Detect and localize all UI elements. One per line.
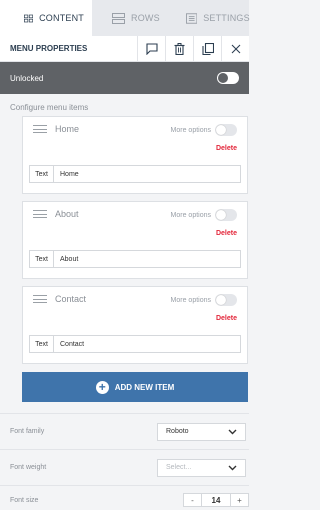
item-text-field[interactable]: Text Home [29,165,241,183]
drag-handle-icon[interactable] [33,295,47,303]
chevron-down-icon [228,429,237,434]
delete-item-link[interactable]: Delete [216,145,237,152]
text-field-value[interactable]: Contact [54,341,84,348]
item-text-field[interactable]: Text Contact [29,335,241,353]
more-options-label: More options [170,211,211,219]
drag-handle-icon[interactable] [33,125,47,133]
close-button[interactable] [221,35,249,62]
more-options: More options [171,209,237,221]
plus-circle-icon: + [95,380,109,394]
settings-icon [185,12,198,24]
menu-item-card-contact: Contact More options Delete Text Contact [22,286,248,364]
text-field-label: Text [30,166,54,182]
tab-rows[interactable]: ROWS [92,0,168,36]
font-size-increment-button[interactable]: + [230,494,248,506]
font-size-stepper[interactable]: - 14 + [183,493,249,507]
item-title: Home [55,124,80,134]
menu-item-card-home: Home More options Delete Text Home [22,116,248,194]
item-title: About [55,209,79,219]
close-icon [231,44,240,53]
delete-item-link[interactable]: Delete [216,230,237,237]
font-family-label: Font family [10,428,45,435]
text-field-label: Text [30,336,54,352]
chevron-down-icon [228,465,237,470]
font-weight-label: Font weight [10,464,47,471]
add-new-item-button[interactable]: + ADD NEW ITEM [22,372,248,402]
font-size-decrement-button[interactable]: - [184,494,202,506]
more-options-toggle[interactable] [215,209,237,221]
panel-tabs: CONTENT ROWS SETTINGS [0,0,250,36]
more-options: More options [171,294,237,306]
toolbar-title: MENU PROPERTIES [10,44,88,53]
item-text-field[interactable]: Text About [29,250,241,268]
duplicate-button[interactable] [193,35,221,62]
comment-icon [145,42,158,55]
font-size-row: Font size - 14 + [0,485,249,510]
lock-bar: Unlocked [0,62,249,94]
delete-item-link[interactable]: Delete [216,315,237,322]
drag-handle-icon[interactable] [33,210,47,218]
item-header: About [33,209,79,219]
text-field-label: Text [30,251,54,267]
more-options-label: More options [170,126,211,134]
lock-status-label: Unlocked [10,73,44,83]
font-family-select[interactable]: Roboto [157,422,246,441]
tab-rows-label: ROWS [131,13,160,23]
item-header: Home [33,124,79,134]
font-family-row: Font family Roboto [0,413,249,449]
duplicate-icon [201,42,214,55]
rows-icon [112,12,125,24]
trash-icon [174,42,185,55]
font-weight-placeholder: Select... [166,464,192,471]
comment-button[interactable] [137,35,165,62]
tab-settings[interactable]: SETTINGS [168,0,258,36]
item-title: Contact [55,294,87,304]
font-weight-select[interactable]: Select... [157,458,246,477]
item-header: Contact [33,294,86,304]
more-options-label: More options [170,296,211,304]
configure-items-label: Configure menu items [10,103,89,112]
text-field-value[interactable]: Home [54,171,79,178]
font-family-value: Roboto [166,428,189,435]
text-field-value[interactable]: About [54,256,78,263]
font-weight-row: Font weight Select... [0,449,249,485]
tab-content-label: CONTENT [39,13,84,23]
delete-block-button[interactable] [165,35,193,62]
properties-toolbar: MENU PROPERTIES [0,35,249,62]
more-options: More options [171,124,237,136]
menu-item-card-about: About More options Delete Text About [22,201,248,279]
font-size-value[interactable]: 14 [202,494,230,506]
tab-settings-label: SETTINGS [203,13,250,23]
add-new-item-label: ADD NEW ITEM [114,382,175,392]
lock-toggle[interactable] [217,72,239,84]
more-options-toggle[interactable] [215,124,237,136]
tab-content[interactable]: CONTENT [0,0,92,36]
font-size-label: Font size [10,497,39,504]
more-options-toggle[interactable] [215,294,237,306]
content-grid-icon [24,14,34,22]
